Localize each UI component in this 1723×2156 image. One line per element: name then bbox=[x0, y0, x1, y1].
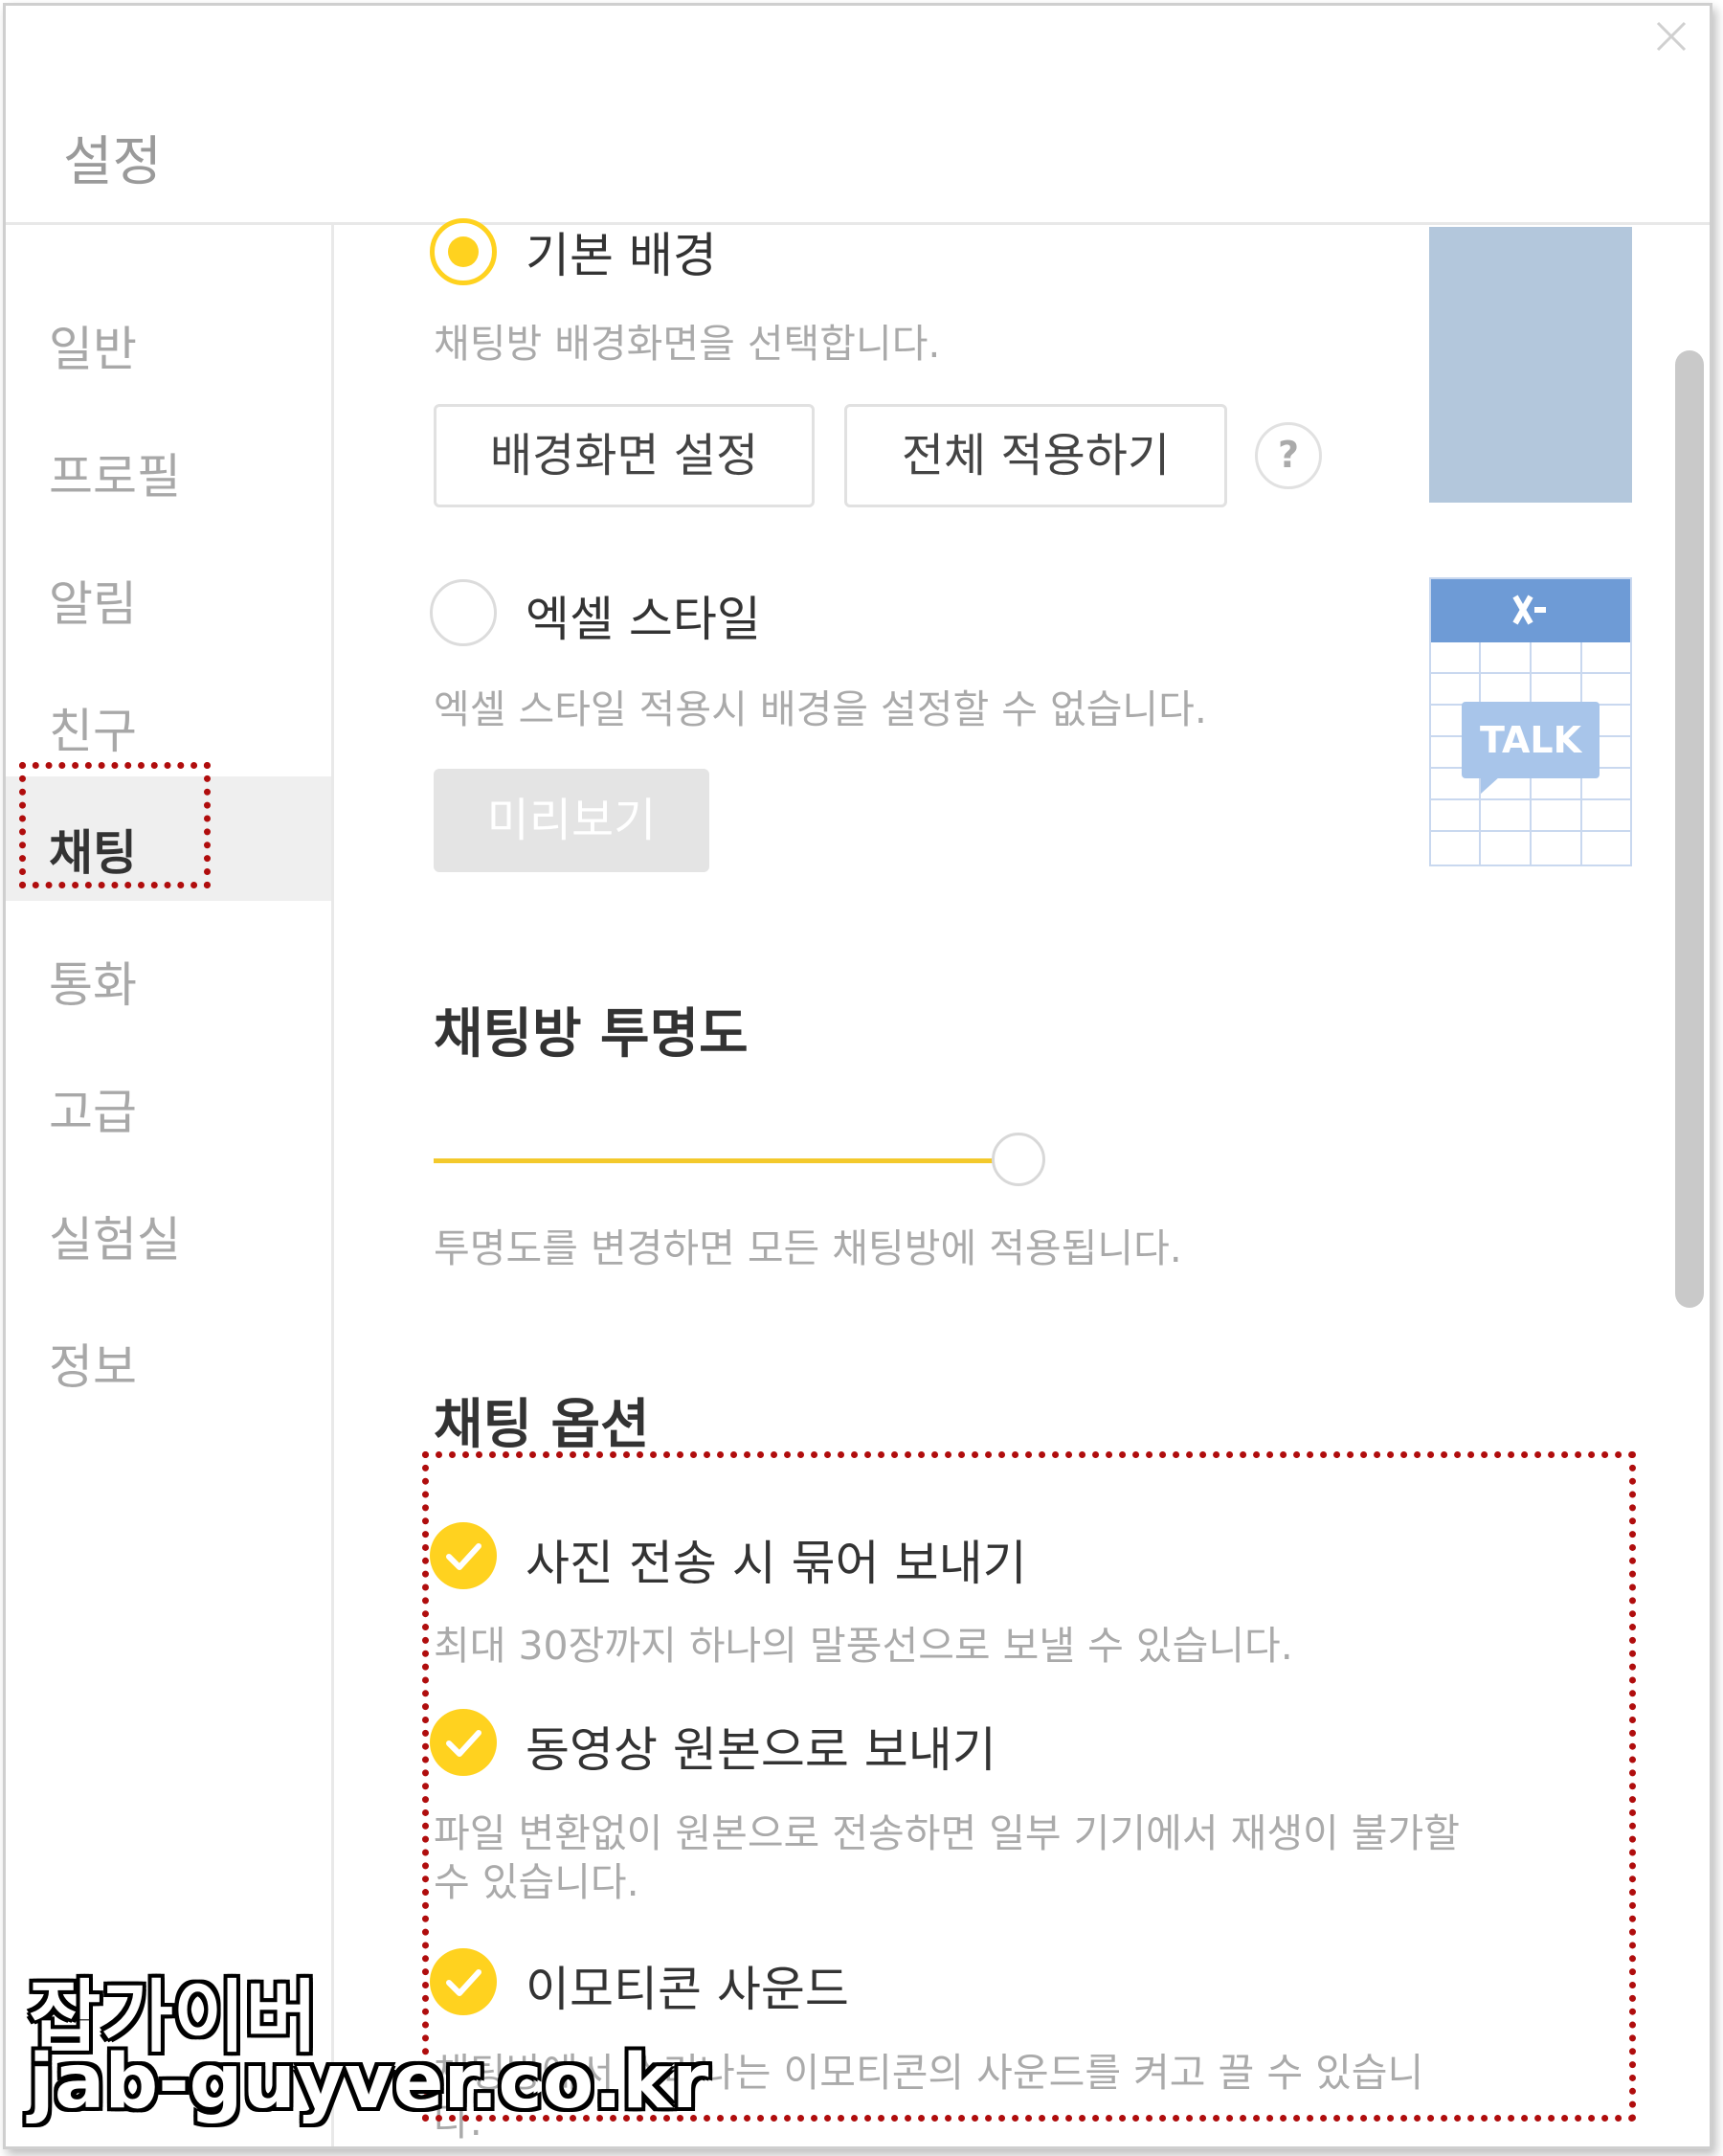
sidebar-item-label: 알림 bbox=[49, 576, 137, 632]
sidebar: 일반 프로필 알림 친구 채팅 통화 고급 실험실 정보 bbox=[6, 225, 334, 2146]
sidebar-item-general[interactable]: 일반 bbox=[6, 273, 331, 397]
sidebar-item-label: 실험실 bbox=[49, 1212, 181, 1268]
settings-window: 설정 일반 프로필 알림 친구 채팅 통화 고급 실험실 정보 기본 배경 채팅… bbox=[3, 3, 1712, 2149]
excel-style-thumbnail[interactable]: TALK bbox=[1429, 577, 1632, 866]
sidebar-item-label: 정보 bbox=[49, 1339, 137, 1395]
close-icon[interactable] bbox=[1652, 17, 1690, 56]
sidebar-item-labs[interactable]: 실험실 bbox=[6, 1163, 331, 1288]
chatting-highlight-box bbox=[19, 762, 211, 888]
sidebar-item-profile[interactable]: 프로필 bbox=[6, 400, 331, 525]
basic-background-label: 기본 배경 bbox=[526, 228, 717, 283]
transparency-heading: 채팅방 투명도 bbox=[434, 1003, 749, 1066]
sidebar-item-advanced[interactable]: 고급 bbox=[6, 1036, 331, 1160]
sidebar-item-label: 일반 bbox=[49, 322, 137, 377]
window-title: 설정 bbox=[63, 131, 163, 193]
sidebar-item-calls[interactable]: 통화 bbox=[6, 909, 331, 1033]
help-icon[interactable]: ? bbox=[1255, 422, 1322, 489]
preview-button[interactable]: 미리보기 bbox=[434, 769, 709, 872]
basic-background-thumbnail[interactable] bbox=[1429, 227, 1632, 503]
sidebar-item-label: 친구 bbox=[49, 704, 137, 759]
sidebar-item-label: 프로필 bbox=[49, 449, 181, 505]
excel-style-desc: 엑셀 스타일 적용시 배경을 설정할 수 없습니다. bbox=[434, 686, 1207, 732]
basic-background-radio[interactable] bbox=[430, 218, 497, 285]
basic-background-desc: 채팅방 배경화면을 선택합니다. bbox=[434, 321, 941, 367]
transparency-slider-handle[interactable] bbox=[992, 1133, 1045, 1186]
sidebar-item-label: 통화 bbox=[49, 957, 137, 1013]
transparency-desc: 투명도를 변경하면 모든 채팅방에 적용됩니다. bbox=[434, 1225, 1182, 1271]
scrollbar-thumb[interactable] bbox=[1675, 350, 1704, 1308]
excel-thumb-talk-text: TALK bbox=[1479, 719, 1582, 761]
apply-all-button[interactable]: 전체 적용하기 bbox=[844, 404, 1227, 507]
sidebar-item-friends[interactable]: 친구 bbox=[6, 655, 331, 779]
excel-style-radio[interactable] bbox=[430, 579, 497, 646]
sidebar-item-notifications[interactable]: 알림 bbox=[6, 528, 331, 652]
transparency-slider-track[interactable] bbox=[434, 1158, 1018, 1163]
watermark-line2: jab-guyver.co.kr bbox=[29, 2039, 709, 2125]
chat-options-highlight-box bbox=[422, 1451, 1636, 2122]
chat-options-heading: 채팅 옵션 bbox=[434, 1394, 650, 1456]
sidebar-item-info[interactable]: 정보 bbox=[6, 1291, 331, 1415]
sidebar-item-label: 고급 bbox=[49, 1085, 137, 1140]
set-wallpaper-button[interactable]: 배경화면 설정 bbox=[434, 404, 815, 507]
excel-style-label: 엑셀 스타일 bbox=[526, 592, 761, 647]
